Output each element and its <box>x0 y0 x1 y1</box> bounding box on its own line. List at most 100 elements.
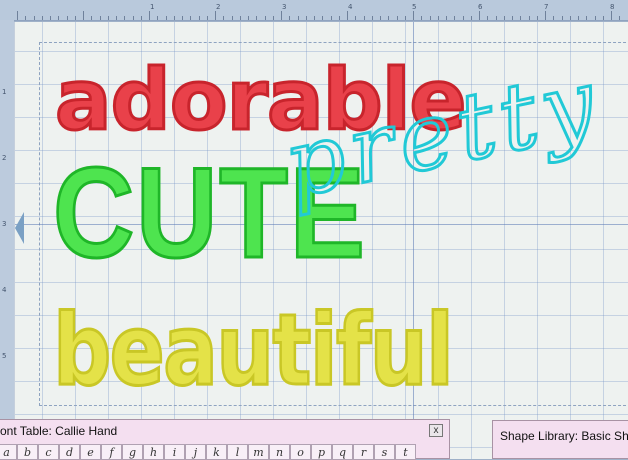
ruler-tick <box>578 16 579 20</box>
ruler-tick <box>33 16 35 20</box>
mat-scroll-left-icon[interactable] <box>15 212 24 244</box>
ruler-tick <box>569 16 571 20</box>
ruler-number: 3 <box>2 220 7 228</box>
word-beautiful[interactable]: beautiful <box>52 301 455 402</box>
ruler-tick <box>470 16 472 20</box>
ruler-tick <box>454 16 456 20</box>
glyph-key[interactable]: d <box>59 444 80 460</box>
ruler-tick <box>256 16 258 20</box>
glyph-key[interactable]: i <box>164 444 185 460</box>
ruler-tick <box>206 16 208 20</box>
font-table-title: ont Table: Callie Hand <box>0 424 118 438</box>
ruler-tick <box>586 16 588 20</box>
ruler-tick <box>545 11 546 20</box>
glyph-key[interactable]: h <box>143 444 164 460</box>
ruler-tick <box>107 16 109 20</box>
ruler-tick <box>388 16 390 20</box>
ruler-tick <box>264 16 266 20</box>
ruler-tick <box>363 16 365 20</box>
shape-library-panel[interactable]: Shape Library: Basic Sha <box>492 420 628 459</box>
ruler-number: 8 <box>610 3 615 11</box>
ruler-tick <box>594 16 596 20</box>
ruler-tick <box>503 16 505 20</box>
ruler-tick <box>330 16 332 20</box>
ruler-tick <box>520 16 522 20</box>
ruler-tick <box>223 16 225 20</box>
ruler-number: 4 <box>2 286 7 294</box>
ruler-tick <box>305 16 307 20</box>
ruler-tick <box>99 16 101 20</box>
ruler-tick <box>157 16 159 20</box>
glyph-key[interactable]: t <box>395 444 416 460</box>
ruler-number: 1 <box>150 3 155 11</box>
ruler-number: 7 <box>544 3 549 11</box>
ruler-tick <box>479 11 480 20</box>
ruler-tick <box>611 11 612 20</box>
glyph-key[interactable]: r <box>353 444 374 460</box>
glyph-key[interactable]: b <box>17 444 38 460</box>
ruler-tick <box>355 16 357 20</box>
glyph-key[interactable]: k <box>206 444 227 460</box>
ruler-tick <box>289 16 291 20</box>
ruler-tick <box>132 16 134 20</box>
left-ruler: 1 2 3 4 5 <box>0 20 14 459</box>
ruler-tick <box>116 16 117 20</box>
ruler-tick <box>83 11 84 20</box>
ruler-tick <box>182 16 183 20</box>
ruler-number: 5 <box>2 352 7 360</box>
ruler-tick <box>58 16 60 20</box>
glyph-key[interactable]: p <box>311 444 332 460</box>
glyph-key[interactable]: o <box>290 444 311 460</box>
ruler-tick <box>297 16 299 20</box>
ruler-tick <box>322 16 324 20</box>
glyph-key[interactable]: a <box>0 444 17 460</box>
ruler-tick <box>371 16 373 20</box>
glyph-key[interactable]: m <box>248 444 269 460</box>
font-table-panel[interactable]: ont Table: Callie Hand x a b c d e f g h… <box>0 419 450 460</box>
ruler-tick <box>124 16 126 20</box>
glyph-key[interactable]: f <box>101 444 122 460</box>
ruler-tick <box>528 16 530 20</box>
ruler-tick <box>198 16 200 20</box>
ruler-tick <box>281 11 282 20</box>
ruler-tick <box>173 16 175 20</box>
cutting-mat[interactable]: adorable CUTE beautiful pretty <box>14 22 628 459</box>
ruler-tick <box>619 16 621 20</box>
ruler-tick <box>495 16 497 20</box>
glyph-key[interactable]: c <box>38 444 59 460</box>
ruler-tick <box>190 16 192 20</box>
ruler-tick <box>17 11 18 20</box>
ruler-tick <box>215 11 216 20</box>
shape-library-title: Shape Library: Basic Sha <box>500 429 628 443</box>
ruler-tick <box>149 11 150 20</box>
close-button[interactable]: x <box>429 424 443 437</box>
ruler-tick <box>74 16 76 20</box>
glyph-key[interactable]: g <box>122 444 143 460</box>
glyph-key[interactable]: q <box>332 444 353 460</box>
ruler-tick <box>421 16 423 20</box>
glyph-key[interactable]: n <box>269 444 290 460</box>
ruler-tick <box>462 16 464 20</box>
ruler-number: 1 <box>2 88 7 96</box>
ruler-number: 5 <box>412 3 417 11</box>
ruler-tick <box>437 16 439 20</box>
ruler-tick <box>602 16 604 20</box>
ruler-number: 3 <box>282 3 287 11</box>
ruler-tick <box>413 11 414 20</box>
top-ruler: 1 2 3 4 5 6 7 8 <box>0 0 628 21</box>
glyph-key[interactable]: s <box>374 444 395 460</box>
ruler-tick <box>561 16 563 20</box>
glyph-key[interactable]: j <box>185 444 206 460</box>
ruler-tick <box>91 16 93 20</box>
ruler-tick <box>66 16 68 20</box>
ruler-tick <box>347 11 348 20</box>
ruler-tick <box>41 16 43 20</box>
ruler-number: 6 <box>478 3 483 11</box>
ruler-tick <box>487 16 489 20</box>
ruler-tick <box>165 16 167 20</box>
ruler-tick <box>239 16 241 20</box>
glyph-key[interactable]: e <box>80 444 101 460</box>
ruler-number: 4 <box>348 3 353 11</box>
ruler-tick <box>396 16 398 20</box>
glyph-key[interactable]: l <box>227 444 248 460</box>
